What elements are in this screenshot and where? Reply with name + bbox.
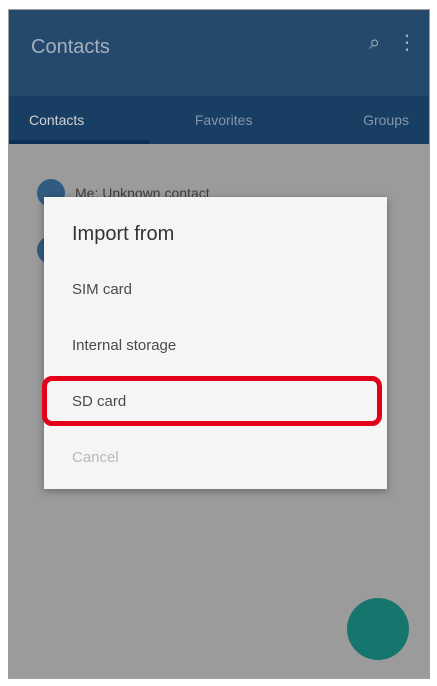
highlight-box: [42, 376, 382, 426]
option-cancel: Cancel: [72, 448, 119, 466]
dialog-title: Import from: [72, 223, 175, 245]
option-internal-storage[interactable]: Internal storage: [44, 321, 387, 369]
option-sim-card[interactable]: SIM card: [44, 265, 387, 313]
import-dialog: Import from SIM card Internal storage SD…: [42, 197, 387, 489]
